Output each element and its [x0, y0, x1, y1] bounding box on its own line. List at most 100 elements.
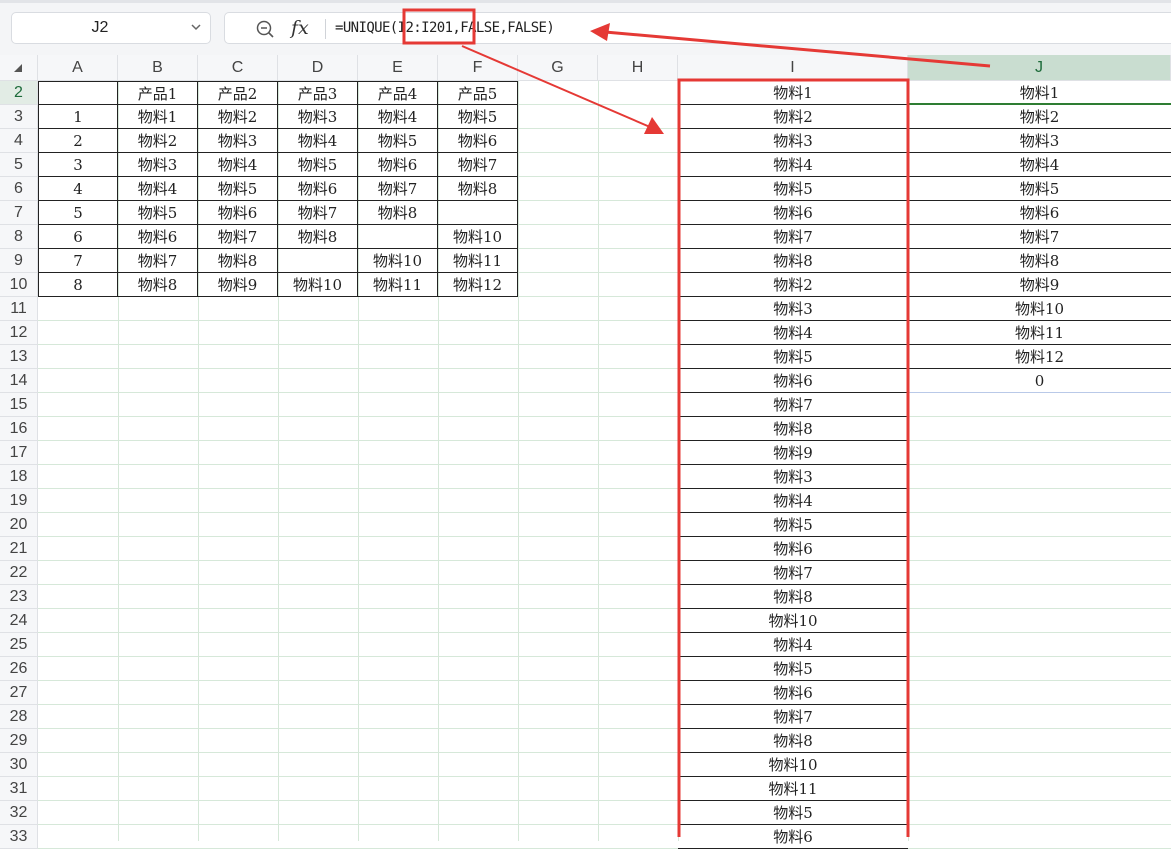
column-i-cell[interactable]: 物料4 [678, 321, 908, 345]
spreadsheet-grid[interactable]: A B C D E F G H I J 2 3 4 5 6 7 8 9 10 11 12 13 14 15 16 17 18 19 20… [0, 55, 1171, 849]
column-header-g[interactable]: G [518, 55, 598, 81]
table-cell[interactable]: 物料6 [198, 201, 278, 225]
zoom-out-icon[interactable] [255, 19, 275, 39]
column-header-j[interactable]: J [908, 55, 1171, 81]
row-header-30[interactable]: 30 [0, 753, 38, 777]
table-cell[interactable]: 物料6 [278, 177, 358, 201]
column-i-cell[interactable]: 物料7 [678, 705, 908, 729]
table-cell[interactable]: 4 [38, 177, 118, 201]
table-cell[interactable]: 物料3 [198, 129, 278, 153]
table-cell[interactable]: 3 [38, 153, 118, 177]
row-header-22[interactable]: 22 [0, 561, 38, 585]
row-header-13[interactable]: 13 [0, 345, 38, 369]
row-header-28[interactable]: 28 [0, 705, 38, 729]
table-cell[interactable]: 物料5 [278, 153, 358, 177]
row-header-11[interactable]: 11 [0, 297, 38, 321]
column-header-a[interactable]: A [38, 55, 118, 81]
column-i-cell[interactable]: 物料3 [678, 465, 908, 489]
table-cell[interactable]: 物料10 [278, 273, 358, 297]
column-i-cell[interactable]: 物料4 [678, 153, 908, 177]
column-i-cell[interactable]: 物料5 [678, 177, 908, 201]
column-j-cell[interactable]: 物料6 [908, 201, 1171, 225]
table-cell[interactable]: 2 [38, 129, 118, 153]
row-header-33[interactable]: 33 [0, 825, 38, 849]
column-j-cell[interactable]: 0 [908, 369, 1171, 393]
table-cell[interactable]: 物料6 [118, 225, 198, 249]
name-box[interactable]: J2 [11, 12, 211, 44]
fx-icon[interactable]: fx [291, 15, 309, 41]
formula-bar[interactable]: fx =UNIQUE(I2:I201,FALSE,FALSE) [224, 12, 1171, 44]
table-cell[interactable]: 物料10 [438, 225, 518, 249]
table-cell[interactable]: 物料9 [198, 273, 278, 297]
table-cell[interactable] [438, 201, 518, 225]
table-cell[interactable]: 物料8 [118, 273, 198, 297]
table-cell[interactable]: 物料4 [118, 177, 198, 201]
table-cell[interactable]: 物料7 [438, 153, 518, 177]
table-cell[interactable]: 6 [38, 225, 118, 249]
column-j-cell[interactable]: 物料10 [908, 297, 1171, 321]
column-i-cell[interactable]: 物料7 [678, 225, 908, 249]
column-j-cell[interactable]: 物料12 [908, 345, 1171, 369]
table-header-cell[interactable] [38, 81, 118, 105]
column-header-c[interactable]: C [198, 55, 278, 81]
row-header-19[interactable]: 19 [0, 489, 38, 513]
table-cell[interactable]: 物料6 [438, 129, 518, 153]
column-i-cell[interactable]: 物料6 [678, 681, 908, 705]
table-cell[interactable]: 物料5 [438, 105, 518, 129]
table-cell[interactable]: 物料7 [118, 249, 198, 273]
table-cell[interactable]: 物料12 [438, 273, 518, 297]
column-j-cell[interactable]: 物料11 [908, 321, 1171, 345]
column-header-b[interactable]: B [118, 55, 198, 81]
table-cell[interactable]: 物料5 [118, 201, 198, 225]
table-header-cell[interactable]: 产品5 [438, 81, 518, 105]
row-header-9[interactable]: 9 [0, 249, 38, 273]
row-header-10[interactable]: 10 [0, 273, 38, 297]
column-header-h[interactable]: H [598, 55, 678, 81]
table-cell[interactable]: 物料6 [358, 153, 438, 177]
table-cell[interactable]: 8 [38, 273, 118, 297]
column-i-cell[interactable]: 物料3 [678, 297, 908, 321]
table-cell[interactable]: 物料5 [358, 129, 438, 153]
column-j-cell[interactable]: 物料4 [908, 153, 1171, 177]
table-cell[interactable]: 物料8 [438, 177, 518, 201]
row-header-4[interactable]: 4 [0, 129, 38, 153]
row-header-17[interactable]: 17 [0, 441, 38, 465]
row-header-23[interactable]: 23 [0, 585, 38, 609]
column-i-cell[interactable]: 物料4 [678, 489, 908, 513]
table-cell[interactable]: 5 [38, 201, 118, 225]
table-cell[interactable]: 物料3 [278, 105, 358, 129]
table-cell[interactable]: 物料2 [198, 105, 278, 129]
column-j-cell[interactable]: 物料9 [908, 273, 1171, 297]
column-i-cell[interactable]: 物料10 [678, 609, 908, 633]
table-cell[interactable]: 7 [38, 249, 118, 273]
table-cell[interactable]: 物料7 [358, 177, 438, 201]
column-i-cell[interactable]: 物料8 [678, 417, 908, 441]
column-i-cell[interactable]: 物料2 [678, 273, 908, 297]
column-i-cell[interactable]: 物料7 [678, 561, 908, 585]
row-header-14[interactable]: 14 [0, 369, 38, 393]
column-header-i[interactable]: I [678, 55, 908, 81]
row-header-16[interactable]: 16 [0, 417, 38, 441]
table-header-cell[interactable]: 产品3 [278, 81, 358, 105]
formula-text[interactable]: =UNIQUE(I2:I201,FALSE,FALSE) [335, 13, 555, 43]
row-header-15[interactable]: 15 [0, 393, 38, 417]
table-header-cell[interactable]: 产品2 [198, 81, 278, 105]
row-header-21[interactable]: 21 [0, 537, 38, 561]
table-cell[interactable] [278, 249, 358, 273]
table-cell[interactable]: 物料3 [118, 153, 198, 177]
column-i-cell[interactable]: 物料7 [678, 393, 908, 417]
select-all-corner[interactable] [0, 55, 38, 81]
column-i-cell[interactable]: 物料8 [678, 585, 908, 609]
table-cell[interactable]: 物料5 [198, 177, 278, 201]
row-header-2[interactable]: 2 [0, 81, 38, 105]
column-i-cell[interactable]: 物料5 [678, 513, 908, 537]
table-cell[interactable]: 物料8 [198, 249, 278, 273]
column-j-cell[interactable]: 物料1 [908, 81, 1171, 105]
column-j-cell[interactable]: 物料8 [908, 249, 1171, 273]
column-i-cell[interactable]: 物料9 [678, 441, 908, 465]
table-cell[interactable] [358, 225, 438, 249]
column-i-cell[interactable]: 物料4 [678, 633, 908, 657]
table-cell[interactable]: 物料2 [118, 129, 198, 153]
table-cell[interactable]: 物料4 [278, 129, 358, 153]
table-cell[interactable]: 物料8 [358, 201, 438, 225]
